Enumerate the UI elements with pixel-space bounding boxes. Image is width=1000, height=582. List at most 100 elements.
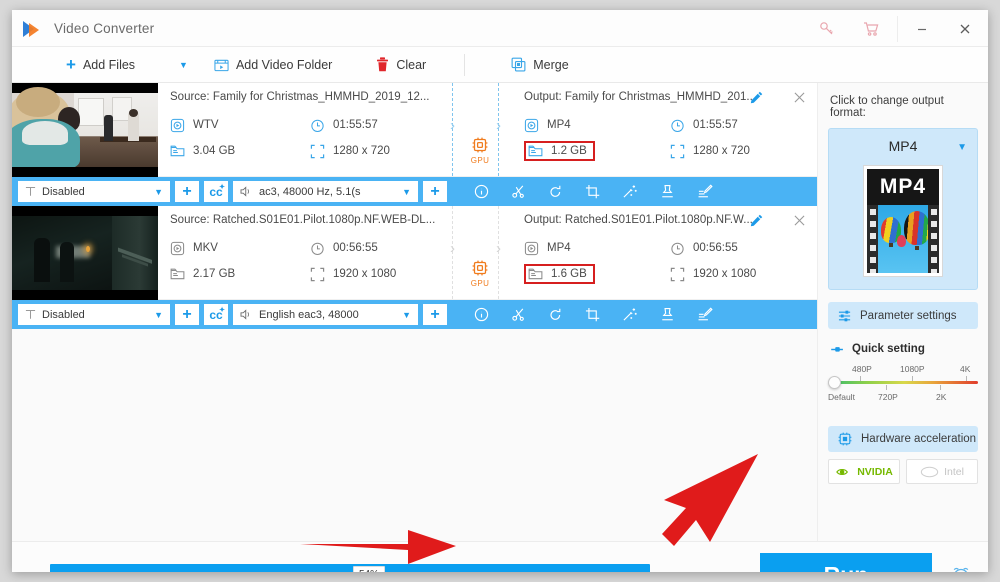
chevron-down-icon: ▼ [154,309,163,320]
conversion-progress[interactable]: 54% [50,563,650,572]
bottom-bar: 54% Run [12,541,988,572]
slider-label-default: Default [828,392,855,402]
edit-pencil-icon[interactable] [750,214,763,227]
cut-icon[interactable] [511,184,526,199]
speaker-icon [240,309,253,320]
effect-icon[interactable] [622,184,638,199]
output-duration-value: 01:55:57 [693,119,738,131]
title-bar-controls [805,10,988,47]
add-subtitle-button[interactable]: + [175,181,199,202]
quality-slider[interactable]: 480P 1080P 4K Default 720P 2K [828,364,978,410]
subtitle-edit-icon[interactable] [697,307,713,322]
key-icon[interactable] [805,10,849,47]
subtitle-select[interactable]: Disabled ▼ [18,304,170,325]
output-pane: Output: Ratched.S01E01.Pilot.1080p.NF.W.… [510,206,817,299]
sliders-icon [838,309,852,323]
merge-button[interactable]: Merge [505,47,574,83]
gpu-label: GPU [470,156,490,165]
slider-label-1080p: 1080P [900,364,925,374]
add-files-button[interactable]: + Add Files [60,47,141,83]
subtitle-edit-icon[interactable] [697,184,713,199]
folder-video-icon [214,58,229,72]
add-subtitle-button[interactable]: + [175,304,199,325]
audio-select[interactable]: ac3, 48000 Hz, 5.1(s ▼ [233,181,418,202]
clear-label: Clear [396,57,427,72]
chevron-down-icon: ▼ [402,309,411,320]
alarm-clock-icon[interactable] [950,564,972,572]
closed-caption-button[interactable]: cc ✦ [204,181,228,202]
watermark-icon[interactable] [660,184,675,199]
add-audio-button[interactable]: + [423,181,447,202]
slider-label-480p: 480P [852,364,872,374]
subtitle-select[interactable]: Disabled ▼ [18,181,170,202]
output-pane: Output: Family for Christmas_HMMHD_201..… [510,83,817,176]
source-pane: Source: Ratched.S01E01.Pilot.1080p.NF.WE… [158,206,450,299]
source-filename: Source: Family for Christmas_HMMHD_2019_… [170,91,430,103]
remove-file-button[interactable] [794,215,805,226]
parameter-settings-label: Parameter settings [860,309,957,322]
merge-icon [511,57,526,72]
watermark-icon[interactable] [660,307,675,322]
chevron-down-icon: ▼ [179,59,188,70]
info-icon[interactable] [474,184,489,199]
source-resolution-value: 1920 x 1080 [333,268,397,280]
source-resolution-value: 1280 x 720 [333,145,390,157]
add-files-dropdown[interactable]: ▼ [173,47,194,83]
source-duration: 00:56:55 [310,241,450,256]
hardware-acceleration-button[interactable]: Hardware acceleration [828,426,978,452]
cut-icon[interactable] [511,307,526,322]
output-format-value: MP4 [547,242,571,254]
source-pane: Source: Family for Christmas_HMMHD_2019_… [158,83,450,176]
audio-select[interactable]: English eac3, 48000 ▼ [233,304,418,325]
source-size: 3.04 GB [170,144,310,158]
table-row[interactable]: Source: Family for Christmas_HMMHD_2019_… [12,83,817,177]
toolbar-divider [464,53,466,76]
progress-percent-label: 54% [353,565,386,572]
source-resolution: 1920 x 1080 [310,267,450,282]
add-video-folder-button[interactable]: Add Video Folder [208,47,338,83]
source-filename: Source: Ratched.S01E01.Pilot.1080p.NF.WE… [170,214,436,226]
close-button[interactable] [942,10,988,47]
minimize-button[interactable] [902,10,942,47]
remove-file-button[interactable] [794,92,805,103]
subtitle-icon [25,186,36,197]
source-duration-value: 00:56:55 [333,242,378,254]
output-format: MP4 [524,241,670,256]
edit-pencil-icon[interactable] [750,91,763,104]
quick-setting-label: Quick setting [852,343,925,355]
intel-toggle[interactable]: Intel [906,459,978,484]
output-size-highlight[interactable]: 1.2 GB [524,141,595,161]
chip-icon [837,431,853,447]
run-button[interactable]: Run [760,553,932,572]
add-audio-button[interactable]: + [423,304,447,325]
gpu-column: › › GPU [450,206,510,299]
table-row[interactable]: Source: Ratched.S01E01.Pilot.1080p.NF.WE… [12,206,817,300]
gpu-label: GPU [470,279,490,288]
effect-icon[interactable] [622,307,638,322]
app-logo-icon [23,19,42,38]
crop-icon[interactable] [585,307,600,322]
output-size-highlight[interactable]: 1.6 GB [524,264,595,284]
crop-icon[interactable] [585,184,600,199]
output-duration-value: 00:56:55 [693,242,738,254]
clear-button[interactable]: Clear [370,47,432,83]
trash-icon [376,57,389,72]
app-window: Video Converter + Add Files ▼ Add Video … [12,10,988,572]
cart-icon[interactable] [849,10,893,47]
file-details: Source: Ratched.S01E01.Pilot.1080p.NF.WE… [158,206,817,299]
quick-setting-header: Quick setting [828,343,978,355]
slider-track[interactable] [836,381,978,384]
parameter-settings-button[interactable]: Parameter settings [828,302,978,329]
nvidia-toggle[interactable]: NVIDIA [828,459,900,484]
source-duration: 01:55:57 [310,118,450,133]
main-area: Source: Family for Christmas_HMMHD_2019_… [12,83,988,541]
video-thumbnail [12,83,158,177]
output-format-selector[interactable]: MP4 ▼ MP4 [828,128,978,290]
output-resolution-value: 1280 x 720 [693,145,750,157]
rotate-icon[interactable] [548,307,563,322]
slider-handle[interactable] [828,376,841,389]
info-icon[interactable] [474,307,489,322]
audio-value: ac3, 48000 Hz, 5.1(s [259,185,361,198]
rotate-icon[interactable] [548,184,563,199]
closed-caption-button[interactable]: cc ✦ [204,304,228,325]
